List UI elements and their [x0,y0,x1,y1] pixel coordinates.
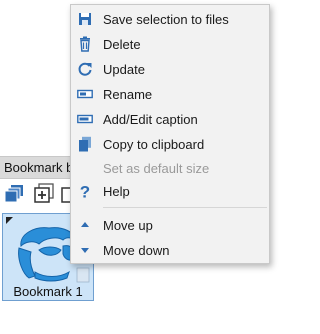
add-bookmark-button[interactable] [33,183,55,205]
partial-toolbar-icon [61,187,73,203]
floppy-disk-icon [79,13,91,25]
menu-item-rename[interactable]: Rename [71,82,269,107]
clipboard-icon [79,136,91,152]
menu-item-delete[interactable]: Delete [71,32,269,57]
context-menu: Save selection to files Delete Update Re… [70,4,270,264]
bookmark-label: Bookmark 1 [13,284,83,299]
menu-item-copy-to-clipboard[interactable]: Copy to clipboard [71,132,269,157]
arrow-down-icon [81,248,89,253]
refresh-icon [78,62,92,76]
tile-windows-icon [4,185,23,203]
caption-icon [77,114,93,124]
bookmark-panel-title: Bookmark br [4,160,78,175]
trash-icon [80,36,90,52]
arrow-up-icon [81,222,89,227]
menu-item-move-down[interactable]: Move down [71,238,269,263]
menu-item-update[interactable]: Update [71,57,269,82]
menu-item-add-edit-caption[interactable]: Add/Edit caption [71,107,269,132]
menu-item-help[interactable]: ? Help [71,179,269,204]
rename-icon [77,89,93,99]
toolbar-partial-button[interactable] [60,183,73,205]
help-icon: ? [80,183,90,199]
menu-item-set-default-size: Set as default size [103,161,210,176]
menu-item-save-selection[interactable]: Save selection to files [71,7,269,32]
svg-text:?: ? [80,183,90,199]
bookmark-toolbar [0,180,80,210]
add-bookmark-icon [34,183,54,203]
tile-windows-button[interactable] [4,183,26,205]
menu-item-move-up[interactable]: Move up [71,213,269,238]
menu-separator [103,207,267,208]
